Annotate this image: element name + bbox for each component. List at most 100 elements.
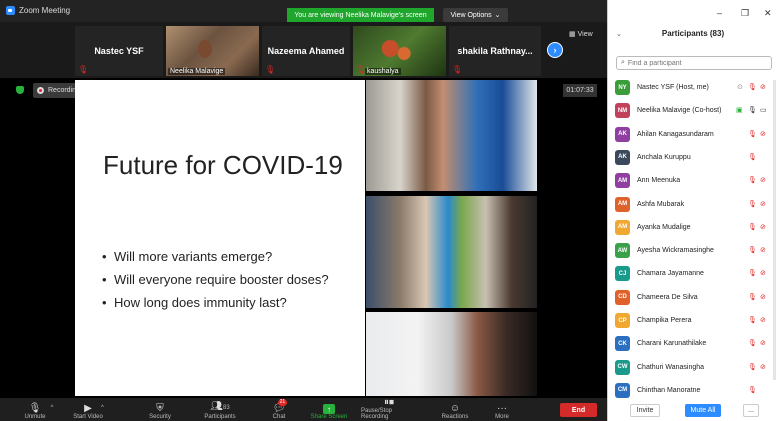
minimize-icon[interactable]: –: [717, 8, 722, 18]
participant-row[interactable]: AM Ann Meenuka 🎙︎ ⊘: [608, 171, 777, 191]
participant-row[interactable]: CP Champika Perera 🎙︎ ⊘: [608, 311, 777, 331]
participant-row[interactable]: NY Nastec YSF (Host, me) ⊙ 🎙︎ ⊘: [608, 78, 777, 98]
participant-row[interactable]: CK Charani Karunathilake 🎙︎ ⊘: [608, 334, 777, 354]
avatar: NY: [615, 80, 630, 95]
mic-muted-icon: 🎙︎: [748, 293, 757, 301]
share-status-icon: ⊙: [737, 84, 743, 91]
camera-off-icon: ⊘: [760, 293, 766, 301]
start-video-button[interactable]: ▶︎ ^ Start Video: [67, 398, 109, 421]
participant-row[interactable]: AM Ashfa Mubarak 🎙︎ ⊘: [608, 195, 777, 215]
mic-muted-icon: 🎙︎: [748, 317, 757, 324]
invite-button[interactable]: Invite: [630, 404, 660, 417]
camera-off-icon: ⊘: [760, 363, 766, 371]
chevron-down-icon: ⌄: [494, 12, 501, 19]
viewing-banner: You are viewing Neelika Malavige's scree…: [287, 8, 434, 22]
security-button[interactable]: ⛨ Security: [145, 398, 175, 421]
participant-row[interactable]: AK Anchala Kuruppu 🎙︎: [608, 148, 777, 168]
participant-row[interactable]: AM Ayanka Mudalige 🎙︎ ⊘: [608, 218, 777, 238]
video-tile-neelika[interactable]: Neelika Malavige: [166, 26, 259, 76]
chat-label: Chat: [272, 414, 286, 420]
slide-bullet: How long does immunity last?: [100, 294, 350, 311]
tile-name: Nastec YSF: [94, 46, 144, 56]
zoom-logo-icon: [6, 6, 15, 15]
search-input[interactable]: [627, 59, 758, 67]
mute-all-button[interactable]: Mute All: [685, 404, 721, 417]
view-options-button[interactable]: View Options ⌄: [443, 8, 508, 22]
participant-row[interactable]: CJ Chamara Jayamanne 🎙︎ ⊘: [608, 264, 777, 284]
participant-row[interactable]: CD Chameera De Silva 🎙︎ ⊘: [608, 288, 777, 308]
participant-name: Ayesha Wickramasinghe: [637, 247, 714, 255]
participants-button[interactable]: 👥︎83 Participants: [200, 398, 240, 421]
mic-muted-icon: 🎙︎: [78, 65, 89, 74]
video-tile-shakila[interactable]: shakila Rathnay... 🎙︎: [449, 26, 541, 76]
mic-muted-icon: 🎙︎: [748, 130, 757, 138]
view-button[interactable]: ▦ View: [569, 30, 593, 39]
start-video-label: Start Video: [73, 414, 103, 420]
participant-name: Chinthan Manoratne: [637, 386, 701, 394]
video-tile-nazeema[interactable]: Nazeema Ahamed 🎙︎: [262, 26, 350, 76]
participant-row[interactable]: CW Chathuri Wanasingha 🎙︎ ⊘: [608, 358, 777, 378]
participants-count: 83: [223, 405, 230, 411]
camera-icon: ▭: [760, 107, 767, 115]
camera-off-icon: ▶︎ ^: [84, 403, 104, 414]
video-strip: Nastec YSF 🎙︎ Neelika Malavige Nazeema A…: [0, 22, 607, 78]
avatar: AM: [615, 173, 630, 189]
pause-recording-label: Pause/Stop Recording: [361, 408, 393, 420]
participant-row[interactable]: CM Chinthan Manoratne 🎙︎: [608, 381, 777, 401]
swab-test-photo: [366, 80, 537, 191]
participant-row[interactable]: NM Neelika Malavige (Co-host) ▣ 🎙︎ ▭: [608, 101, 777, 121]
meeting-timer: 01:07:33: [563, 84, 597, 97]
mic-muted-icon: 🎙︎: [748, 270, 757, 278]
chevron-up-icon[interactable]: ^: [51, 403, 54, 414]
participant-name: Chathuri Wanasingha: [637, 363, 705, 371]
participant-row[interactable]: AK Ahilan Kanagasundaram 🎙︎ ⊘: [608, 125, 777, 145]
unmute-label: Unmute: [24, 414, 46, 420]
shield-icon[interactable]: [16, 86, 24, 94]
chat-button[interactable]: 💬︎ 21 Chat: [268, 398, 290, 421]
maximize-icon[interactable]: ❐: [741, 8, 749, 19]
more-icon: ···: [497, 403, 507, 414]
participant-search[interactable]: ⌕: [616, 56, 772, 70]
end-meeting-button[interactable]: End: [560, 403, 597, 417]
slide-bullets: Will more variants emerge? Will everyone…: [100, 248, 350, 317]
avatar: NM: [615, 103, 630, 119]
more-options-button[interactable]: ...: [743, 404, 759, 417]
close-icon[interactable]: ✕: [764, 8, 772, 19]
reactions-button[interactable]: ☺ Reactions: [440, 398, 470, 421]
mic-muted-icon: 🎙︎: [748, 340, 757, 348]
chat-icon: 💬︎ 21: [272, 399, 288, 414]
mic-muted-icon: 🎙︎: [748, 247, 757, 255]
participants-footer: Invite Mute All ...: [608, 400, 777, 421]
video-tile-nastec[interactable]: Nastec YSF 🎙︎: [75, 26, 163, 76]
share-screen-button[interactable]: ↑ Share Screen: [308, 398, 350, 421]
slide-bullet: Will everyone require booster doses?: [100, 271, 350, 288]
tile-label: Neelika Malavige: [168, 68, 226, 75]
participant-name: Ashfa Mubarak: [637, 200, 685, 208]
mic-muted-icon: 🎙︎: [748, 223, 757, 231]
camera-off-icon: ⊘: [760, 177, 766, 185]
children-waiting-photo: [366, 196, 537, 308]
participants-panel: – ❐ ✕ ⌄ Participants (83) ⌕ NYNastec YSF…: [607, 0, 777, 421]
unmute-button[interactable]: 🎙︎ ^ Unmute: [18, 398, 54, 421]
scrollbar[interactable]: [773, 80, 776, 380]
participant-row[interactable]: AW Ayesha Wickramasinghe 🎙︎ ⊘: [608, 241, 777, 261]
participants-title: Participants (83): [661, 29, 725, 38]
camera-off-icon: ⊘: [760, 200, 766, 208]
participant-name: Chamara Jayamanne: [637, 270, 704, 278]
presentation-slide: Future for COVID-19 Will more variants e…: [75, 80, 365, 396]
participants-label: Participants: [204, 414, 236, 420]
video-tile-kaushalya[interactable]: 🎙︎ kaushalya: [353, 26, 446, 76]
avatar: CW: [615, 359, 630, 375]
avatar: AK: [615, 126, 630, 142]
mic-muted-icon: 🎙︎: [265, 65, 276, 74]
mic-muted-icon: 🎙︎: [748, 363, 757, 371]
pause-stop-recording-button[interactable]: ⏸⏹ Pause/Stop Recording: [361, 397, 417, 421]
camera-off-icon: ⊘: [760, 340, 766, 348]
chevron-up-icon[interactable]: ^: [101, 403, 104, 414]
more-button[interactable]: ··· More: [490, 398, 514, 421]
camera-off-icon: ⊘: [760, 247, 766, 255]
next-page-button[interactable]: ›: [547, 42, 563, 58]
tile-name: Nazeema Ahamed: [267, 46, 345, 56]
avatar: CJ: [615, 266, 630, 282]
chevron-right-icon: ›: [553, 45, 557, 55]
